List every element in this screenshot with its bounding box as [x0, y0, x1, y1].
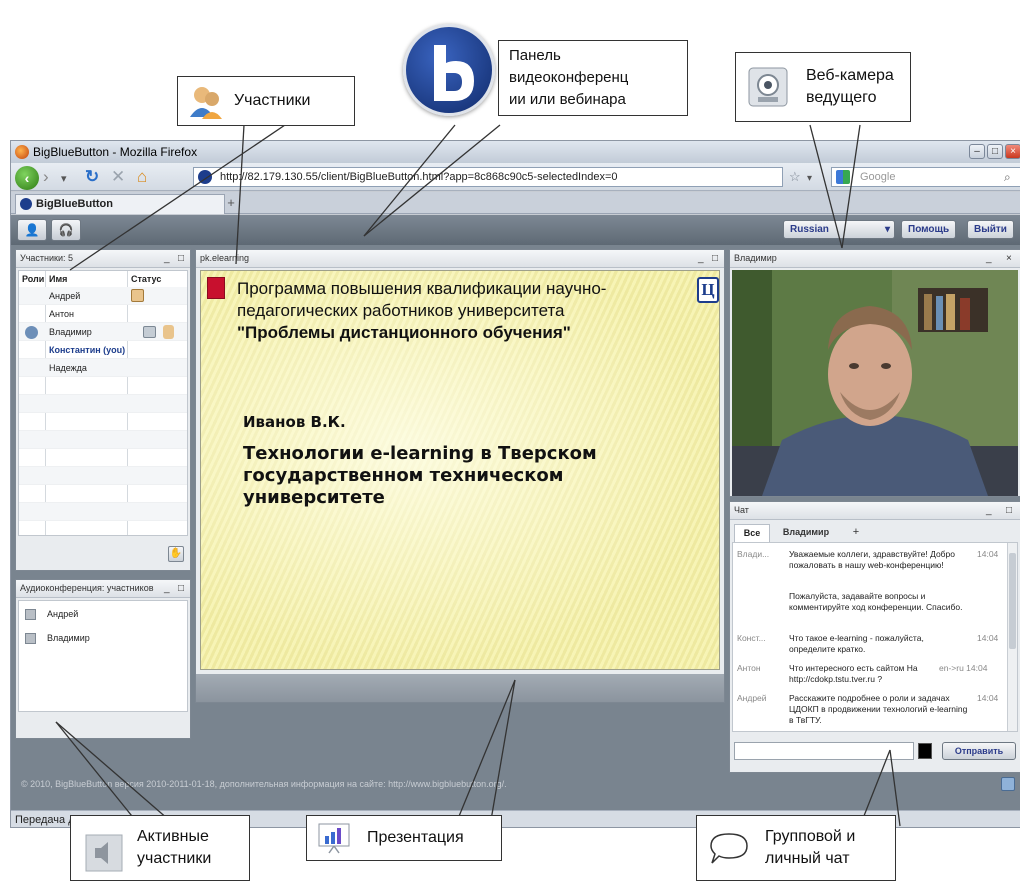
callout-active-line-1: Активные	[137, 828, 209, 845]
callout-line-participants	[69, 124, 286, 271]
presentation-icon	[318, 823, 350, 854]
callout-lines	[55, 124, 901, 827]
callout-chat-line-2: личный чат	[765, 850, 850, 867]
webcam-icon	[748, 67, 788, 107]
callout-line-active	[55, 721, 141, 827]
callout-active: Активные участники	[70, 815, 250, 881]
participants-icon	[190, 87, 222, 119]
callout-conference-line-1: Панель	[509, 47, 561, 64]
callout-chat-line-1: Групповой и	[765, 828, 856, 845]
callout-line-presentation	[454, 679, 516, 827]
callout-webcam-line-1: Веб-камера	[806, 67, 894, 84]
b-glyph-icon	[434, 45, 474, 101]
speaker-icon	[85, 834, 123, 872]
callout-line-presentation	[489, 679, 516, 827]
speech-bubble-icon	[710, 833, 748, 864]
callout-conference-line-3: ии или вебинара	[509, 91, 626, 108]
callout-line-conference	[363, 124, 456, 237]
callout-chat: Групповой и личный чат	[696, 815, 896, 881]
callout-line-webcam	[841, 124, 861, 249]
callout-webcam-line-2: ведущего	[806, 89, 877, 106]
callout-webcam: Веб-камера ведущего	[735, 52, 911, 122]
callout-active-line-2: участники	[137, 850, 212, 867]
callout-line-conference	[363, 124, 501, 237]
callout-conference: Панель видеоконференц ии или вебинара	[498, 40, 688, 116]
callout-conference-line-2: видеоконференц	[509, 69, 629, 86]
callout-line-participants	[235, 124, 245, 265]
callout-line-active	[55, 721, 177, 827]
callout-line-webcam	[809, 124, 843, 249]
callout-presentation-text: Презентация	[367, 829, 464, 846]
callout-participants-text: Участники	[234, 92, 311, 109]
callout-participants: Участники	[177, 76, 355, 126]
callout-presentation: Презентация	[306, 815, 502, 861]
bigbluebutton-logo-icon	[403, 24, 495, 116]
